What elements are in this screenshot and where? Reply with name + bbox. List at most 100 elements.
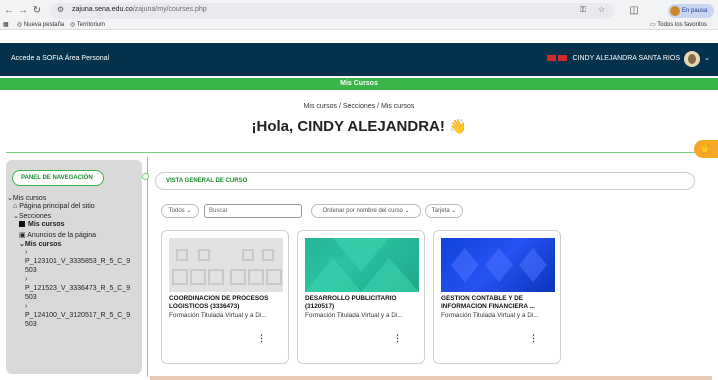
tree-item-course-1[interactable]: P_123101_V_3335853_R_5_C_9 bbox=[25, 258, 130, 265]
breadcrumb[interactable]: Mis cursos / Secciones / Mis cursos bbox=[0, 103, 718, 110]
course-image bbox=[441, 238, 555, 292]
tree-item-secciones[interactable]: ⌄Secciones bbox=[13, 212, 51, 220]
chevron-down-icon: ⌄ bbox=[404, 208, 410, 214]
sort-label: Ordenar por nombre del curso bbox=[322, 208, 403, 214]
user-avatar[interactable] bbox=[684, 51, 700, 67]
tree-item-anuncios[interactable]: ▣ Anuncios de la página bbox=[19, 231, 96, 239]
overview-title: VISTA GENERAL DE CURSO bbox=[155, 172, 695, 190]
url-host: zajuna.sena.edu.co bbox=[72, 6, 133, 13]
browser-chrome: ← → ↻ ⚙ zajuna.sena.edu.co/zajuna/my/cou… bbox=[0, 0, 718, 30]
course-overview: VISTA GENERAL DE CURSO Todos ⌄ Buscar Or… bbox=[155, 160, 695, 380]
chevron-down-icon: ⌄ bbox=[186, 208, 192, 214]
tree-item-mis-cursos-sub[interactable]: ⌄Mis cursos bbox=[19, 240, 61, 248]
flag-icon bbox=[558, 55, 567, 62]
all-bookmarks-label: Todos los favoritos bbox=[657, 22, 707, 28]
search-input[interactable]: Buscar bbox=[204, 204, 302, 218]
tree-label: P_121523_V_3336473_R_5_C_9 bbox=[25, 285, 131, 292]
profile-avatar bbox=[670, 6, 680, 16]
kebab-menu-icon[interactable]: ⋮ bbox=[257, 333, 266, 344]
star-icon[interactable]: ☆ bbox=[598, 5, 605, 14]
chevron-right-icon[interactable]: › bbox=[25, 303, 27, 310]
chevron-right-icon[interactable]: › bbox=[25, 249, 27, 256]
forum-icon: ▣ bbox=[19, 232, 26, 239]
home-icon: ⌂ bbox=[13, 203, 18, 210]
navigation-panel-title[interactable]: PANEL DE NAVEGACIÓN bbox=[12, 170, 104, 186]
kebab-menu-icon[interactable]: ⋮ bbox=[393, 333, 402, 344]
page-title: ¡Hola, CINDY ALEJANDRA! 👋 bbox=[0, 118, 718, 135]
course-pattern bbox=[172, 249, 282, 285]
tree-label: Mis cursos bbox=[28, 221, 65, 228]
course-title[interactable]: GESTION CONTABLE Y DE INFORMACION FINANC… bbox=[441, 295, 559, 311]
tree-label: Secciones bbox=[18, 213, 52, 220]
profile-pause-button[interactable]: En pausa bbox=[668, 4, 714, 18]
accessibility-float-button[interactable]: ✋ bbox=[694, 140, 718, 158]
tree-label: Mis cursos bbox=[12, 195, 47, 202]
pause-label: En pausa bbox=[682, 8, 708, 14]
tree-item-mis-cursos-current[interactable]: Mis cursos bbox=[19, 221, 65, 228]
all-bookmarks[interactable]: ▭ Todos los favoritos bbox=[650, 21, 707, 28]
site-info-icon[interactable]: ⚙ bbox=[57, 5, 64, 14]
back-icon[interactable]: ← bbox=[3, 5, 15, 17]
page-banner: Mis Cursos bbox=[0, 78, 718, 90]
filter-dropdown[interactable]: Todos ⌄ bbox=[161, 204, 199, 218]
site-header: Accede a SOFIA Área Personal CINDY ALEJA… bbox=[0, 43, 718, 76]
kebab-menu-icon[interactable]: ⋮ bbox=[529, 333, 538, 344]
course-pattern bbox=[305, 238, 419, 292]
tree-item-course-1-suffix: 503 bbox=[25, 267, 37, 274]
tree-label: Mis cursos bbox=[24, 241, 62, 248]
tree-item-course-3-suffix: 503 bbox=[25, 321, 37, 328]
bookmark-new-tab[interactable]: ◎ Nueva pestaña bbox=[17, 21, 64, 28]
user-name[interactable]: CINDY ALEJANDRA SANTA RIOS bbox=[573, 55, 681, 62]
course-card[interactable]: DESARROLLO PUBLICITARIO (3120517) Formac… bbox=[297, 230, 425, 364]
course-pattern bbox=[451, 248, 547, 282]
bookmark-label: Territorium bbox=[76, 22, 106, 28]
course-card[interactable]: GESTION CONTABLE Y DE INFORMACION FINANC… bbox=[433, 230, 561, 364]
view-label: Tarjeta bbox=[431, 208, 450, 214]
chevron-right-icon[interactable]: › bbox=[25, 276, 27, 283]
divider bbox=[6, 152, 712, 153]
tree-item-course-3[interactable]: P_124100_V_3120517_R_5_C_9 bbox=[25, 312, 130, 319]
url-path: /zajuna/my/courses.php bbox=[132, 6, 207, 13]
timeline-dot bbox=[142, 173, 149, 180]
tree-label: Anuncios de la página bbox=[27, 232, 97, 239]
address-bar[interactable]: ⚙ zajuna.sena.edu.co/zajuna/my/courses.p… bbox=[50, 3, 614, 19]
header-links[interactable]: Accede a SOFIA Área Personal bbox=[11, 55, 109, 62]
tree-label: P_123101_V_3335853_R_5_C_9 bbox=[25, 258, 131, 265]
bookmark-label: Nueva pestaña bbox=[23, 22, 65, 28]
url-row: ← → ↻ ⚙ zajuna.sena.edu.co/zajuna/my/cou… bbox=[0, 2, 718, 20]
flag-icon bbox=[547, 55, 556, 62]
extensions-icon[interactable]: ◫ bbox=[628, 5, 640, 17]
bookmark-territorium[interactable]: ◎ Territorium bbox=[70, 21, 105, 28]
course-image bbox=[169, 238, 283, 292]
course-title[interactable]: DESARROLLO PUBLICITARIO (3120517) bbox=[305, 295, 423, 311]
tree-label: P_124100_V_3120517_R_5_C_9 bbox=[25, 312, 131, 319]
apps-icon[interactable]: ▦ bbox=[3, 21, 9, 28]
forward-icon[interactable]: → bbox=[17, 5, 29, 17]
address-url: zajuna.sena.edu.co/zajuna/my/courses.php bbox=[72, 6, 207, 13]
timeline-line bbox=[147, 157, 148, 377]
view-dropdown[interactable]: Tarjeta ⌄ bbox=[425, 204, 463, 218]
chevron-down-icon: ⌄ bbox=[451, 208, 457, 214]
language-flags[interactable] bbox=[547, 55, 569, 62]
bookmarks-bar: ▦ ◎ Nueva pestaña ◎ Territorium ▭ Todos … bbox=[0, 20, 718, 30]
tree-item-course-2-suffix: 503 bbox=[25, 294, 37, 301]
tree-item-course-2[interactable]: P_121523_V_3336473_R_5_C_9 bbox=[25, 285, 130, 292]
filter-label: Todos bbox=[168, 208, 185, 214]
greeting-text: ¡Hola, CINDY ALEJANDRA! bbox=[251, 118, 445, 135]
course-category: Formación Titulada Virtual y a Di... bbox=[441, 312, 539, 319]
tree-item-mis-cursos[interactable]: ⌄Mis cursos bbox=[7, 194, 46, 202]
reload-icon[interactable]: ↻ bbox=[31, 5, 43, 17]
tree-item-home[interactable]: ⌂ Página principal del sitio bbox=[13, 203, 95, 210]
course-category: Formación Titulada Virtual y a Di... bbox=[169, 312, 267, 319]
wave-icon: 👋 bbox=[449, 118, 467, 134]
course-card[interactable]: COORDINACION DE PROCESOS LOGISTICOS (333… bbox=[161, 230, 289, 364]
tree-label: Página principal del sitio bbox=[19, 203, 95, 210]
course-category: Formación Titulada Virtual y a Di... bbox=[305, 312, 403, 319]
course-image bbox=[305, 238, 419, 292]
sort-dropdown[interactable]: Ordenar por nombre del curso ⌄ bbox=[311, 204, 421, 218]
chevron-down-icon[interactable]: ⌄ bbox=[704, 54, 710, 62]
square-icon bbox=[19, 221, 25, 228]
course-title[interactable]: COORDINACION DE PROCESOS LOGISTICOS (333… bbox=[169, 295, 287, 311]
key-icon[interactable]: ⚿ bbox=[580, 5, 586, 15]
bottom-bar bbox=[150, 376, 712, 380]
